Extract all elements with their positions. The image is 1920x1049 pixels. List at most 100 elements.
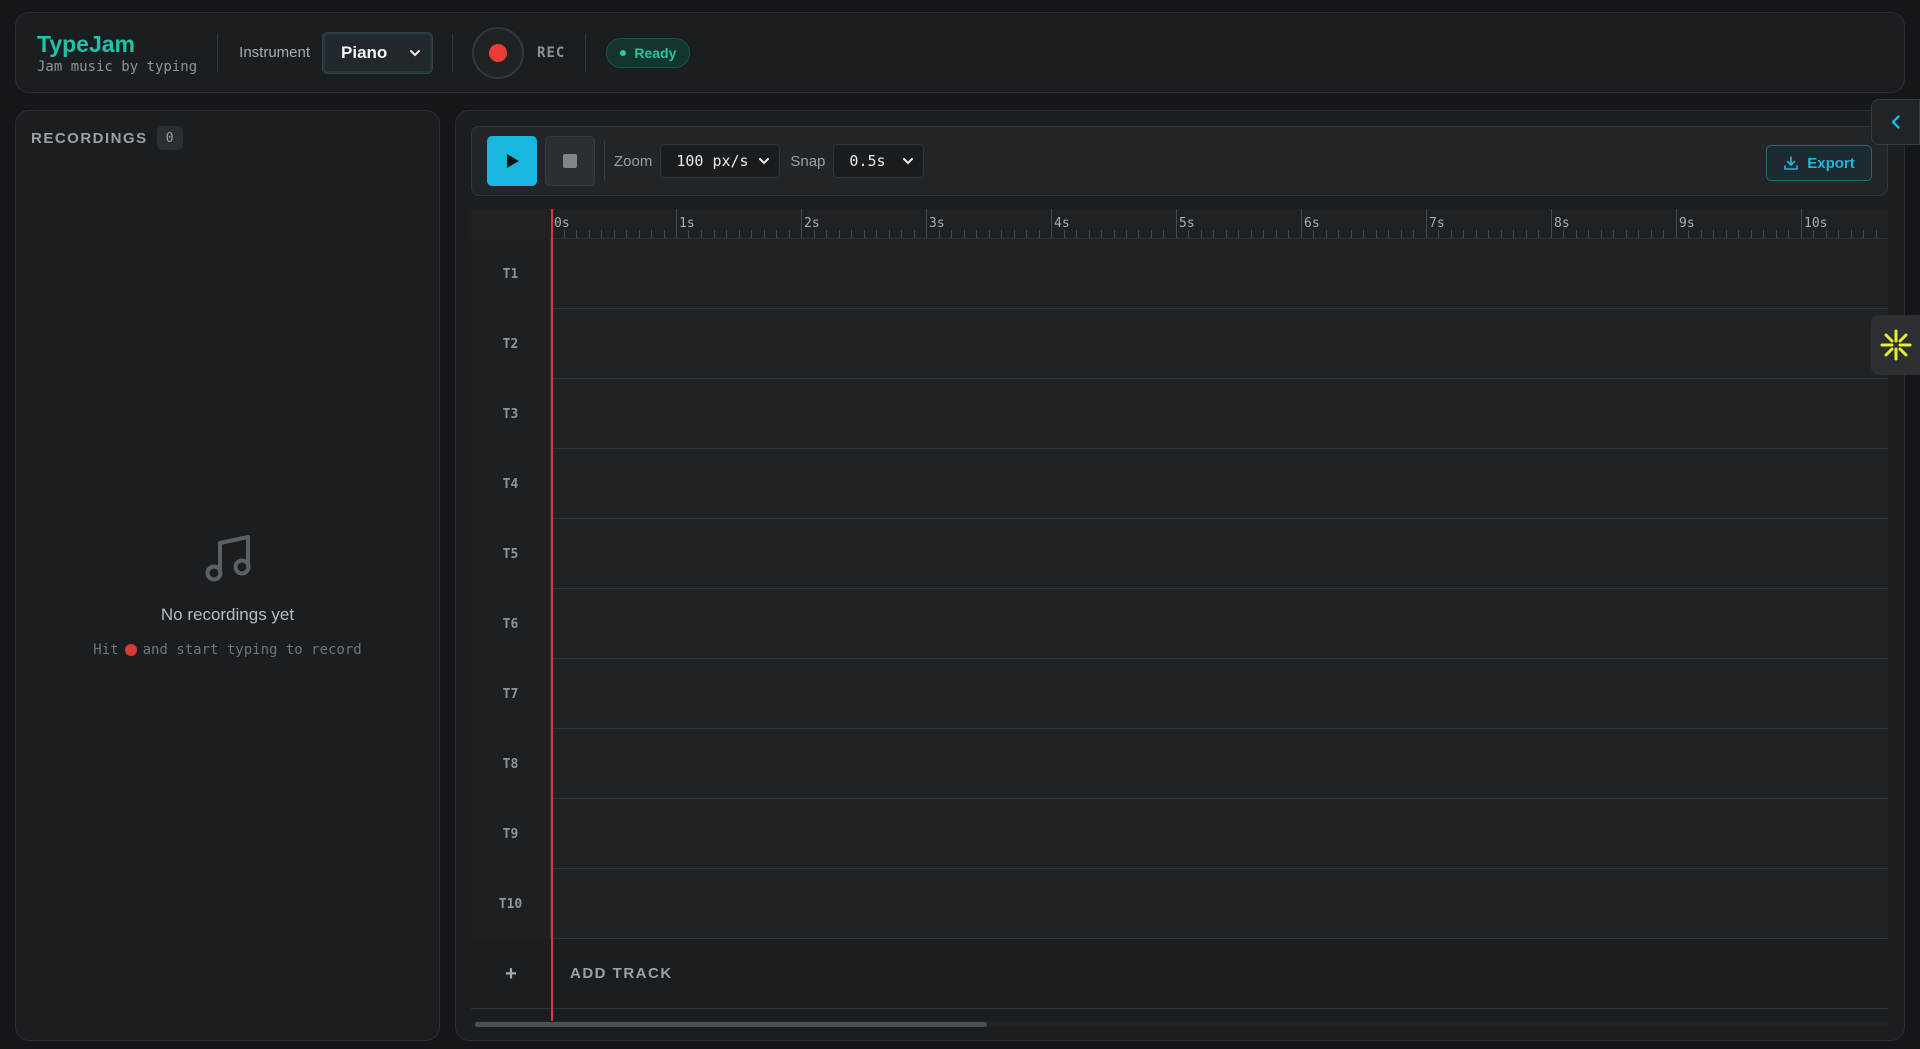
ruler-minor-tick [1388, 230, 1389, 238]
snap-select[interactable]: 0.5s [833, 144, 925, 178]
ruler-minor-tick [1713, 230, 1714, 238]
zoom-label: Zoom [614, 152, 653, 170]
divider [604, 141, 605, 181]
ruler-minor-tick [614, 230, 615, 238]
track-label[interactable]: T2 [471, 309, 551, 379]
track-row[interactable]: T3 [471, 379, 1888, 449]
ruler-minor-tick [1488, 230, 1489, 238]
ruler-minor-tick [701, 230, 702, 238]
stop-button[interactable] [545, 136, 595, 186]
ruler-major-tick [676, 209, 677, 238]
divider [585, 33, 587, 72]
ruler-minor-tick [1788, 230, 1789, 238]
time-ruler[interactable]: 0s 1s 2s 3s 4s 5s 6s 7s 8s 9s 10s [471, 209, 1888, 239]
ruler-minor-tick [626, 230, 627, 238]
transport-toolbar: Zoom 100 px/s Snap 0.5s Export [471, 126, 1888, 196]
ruler-minor-tick [1638, 230, 1639, 238]
brand: TypeJam Jam music by typing [37, 31, 197, 75]
chevron-down-icon [410, 49, 421, 56]
ruler-minor-tick [864, 230, 865, 238]
ruler-minor-tick [764, 230, 765, 238]
track-label[interactable]: T4 [471, 449, 551, 519]
track-label[interactable]: T9 [471, 799, 551, 869]
ruler-minor-tick [1001, 230, 1002, 238]
ruler-major-tick [801, 209, 802, 238]
ruler-minor-tick [851, 230, 852, 238]
timeline[interactable]: 0s 1s 2s 3s 4s 5s 6s 7s 8s 9s 10s T1 T2 T3 T4 T5 T6 T7 T8… [471, 209, 1888, 1027]
track-row[interactable]: T4 [471, 449, 1888, 519]
add-track-button[interactable]: + ADD TRACK [471, 939, 1888, 1009]
track-row[interactable]: T9 [471, 799, 1888, 869]
track-label[interactable]: T10 [471, 869, 551, 939]
ruler-minor-tick [1138, 230, 1139, 238]
ruler-minor-tick [664, 230, 665, 238]
ruler-minor-tick [814, 230, 815, 238]
track-label[interactable]: T5 [471, 519, 551, 589]
ruler-minor-tick [1763, 230, 1764, 238]
chevron-left-icon [1891, 115, 1900, 129]
track-row[interactable]: T10 [471, 869, 1888, 939]
ruler-major-tick [1426, 209, 1427, 238]
track-label[interactable]: T7 [471, 659, 551, 729]
ruler-minor-tick [964, 230, 965, 238]
ruler-label: 10s [1804, 216, 1828, 231]
ruler-minor-tick [876, 230, 877, 238]
track-row[interactable]: T5 [471, 519, 1888, 589]
ruler-minor-tick [1601, 230, 1602, 238]
record-dot-icon [124, 644, 137, 656]
track-label[interactable]: T6 [471, 589, 551, 659]
status-text: Ready [634, 44, 677, 61]
ruler-minor-tick [1288, 230, 1289, 238]
track-label[interactable]: T3 [471, 379, 551, 449]
ruler-minor-tick [1626, 230, 1627, 238]
sparkle-icon [1880, 329, 1911, 361]
recordings-panel: RECORDINGS 0 No recordings yet Hit and s… [15, 110, 440, 1041]
track-label[interactable]: T8 [471, 729, 551, 799]
horizontal-scrollbar[interactable] [471, 1021, 1888, 1027]
ruler-minor-tick [1651, 230, 1652, 238]
recordings-count-badge: 0 [156, 126, 183, 150]
ruler-label: 6s [1304, 216, 1320, 231]
ruler-minor-tick [1726, 230, 1727, 238]
divider [217, 33, 219, 72]
track-row[interactable]: T6 [471, 589, 1888, 659]
ruler-minor-tick [826, 230, 827, 238]
track-row[interactable]: T7 [471, 659, 1888, 729]
ruler-minor-tick [589, 230, 590, 238]
instrument-value: Piano [341, 42, 388, 62]
ruler-minor-tick [1351, 230, 1352, 238]
ruler-minor-tick [714, 230, 715, 238]
download-icon [1784, 156, 1799, 170]
assistant-tab[interactable] [1871, 315, 1920, 375]
ruler-label: 0s [554, 216, 570, 231]
app-header: TypeJam Jam music by typing Instrument P… [15, 12, 1905, 93]
record-button[interactable] [472, 26, 525, 79]
ruler-minor-tick [601, 230, 602, 238]
ruler-minor-tick [1376, 230, 1377, 238]
export-button[interactable]: Export [1766, 145, 1872, 181]
hint-text-after: and start typing to record [142, 642, 362, 658]
scrollbar-thumb[interactable] [475, 1022, 987, 1027]
status-dot-icon [620, 49, 627, 56]
ruler-major-tick [1676, 209, 1677, 238]
track-row[interactable]: T1 [471, 239, 1888, 309]
ruler-minor-tick [1188, 230, 1189, 238]
ruler-minor-tick [1501, 230, 1502, 238]
ruler-minor-tick [564, 230, 565, 238]
collapse-panel-button[interactable] [1871, 99, 1920, 145]
ruler-label: 8s [1554, 216, 1570, 231]
track-row[interactable]: T8 [471, 729, 1888, 799]
playhead[interactable] [551, 209, 553, 1021]
ruler-minor-tick [1326, 230, 1327, 238]
ruler-minor-tick [1401, 230, 1402, 238]
track-row[interactable]: T2 [471, 309, 1888, 379]
zoom-select[interactable]: 100 px/s [660, 144, 781, 178]
ruler-label: 9s [1679, 216, 1695, 231]
track-label[interactable]: T1 [471, 239, 551, 309]
ruler-minor-tick [1114, 230, 1115, 238]
ruler-minor-tick [889, 230, 890, 238]
ruler-major-tick [1551, 209, 1552, 238]
play-button[interactable] [487, 136, 537, 186]
status-badge: Ready [606, 37, 691, 68]
instrument-select[interactable]: Piano [322, 31, 434, 74]
